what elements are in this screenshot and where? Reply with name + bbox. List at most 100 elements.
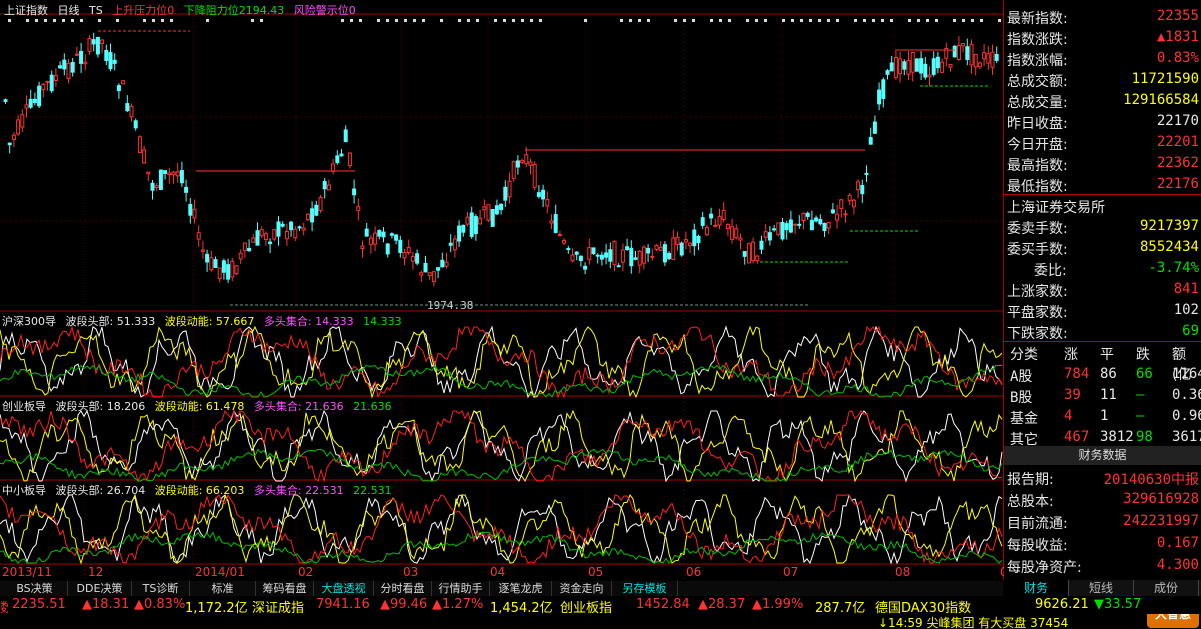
finance-label: 目前流通:	[1007, 516, 1068, 532]
sz-amount: 1,454.2亿	[490, 601, 553, 614]
bottom-tab[interactable]: 筹码看盘	[256, 581, 314, 596]
news-text[interactable]: ↓14:59 尖峰集团 有大买盘 37454	[878, 614, 1068, 629]
signal-dot	[422, 19, 425, 22]
candle-body	[973, 53, 978, 68]
signal-dot	[80, 19, 83, 22]
signal-dot	[26, 19, 29, 22]
candle-body	[730, 226, 735, 240]
sz-name[interactable]: 深证成指	[252, 597, 304, 614]
finance-label: 总股本:	[1007, 494, 1054, 510]
candle-body	[793, 223, 798, 226]
candle-body	[557, 234, 562, 237]
candle-body	[986, 53, 991, 64]
bottom-tab[interactable]: 大盘透视	[314, 581, 374, 596]
signal-dot	[494, 19, 497, 22]
candle-body	[158, 169, 163, 190]
finance-value: 0.167	[1156, 535, 1199, 551]
bottom-tab[interactable]: 资金走向	[552, 581, 612, 596]
panel-tab[interactable]: 财务	[1004, 580, 1069, 596]
candle-body	[406, 246, 411, 254]
quote-label: 最高指数:	[1007, 158, 1068, 174]
bottom-tab[interactable]: 逐笔龙虎	[490, 581, 552, 596]
exchange-label: 委卖手数:	[1007, 221, 1068, 237]
candle-body	[692, 229, 697, 247]
candle-body	[751, 241, 756, 262]
candle-body	[377, 230, 382, 237]
candle-body	[503, 186, 508, 201]
candle-body	[856, 181, 861, 191]
candle-body	[948, 64, 953, 68]
indicator-extra: 14.333	[363, 315, 402, 328]
candle-body	[767, 232, 772, 241]
exchange-value: 8552434	[1139, 239, 1199, 255]
candle-body	[977, 62, 982, 68]
candle-body	[230, 260, 235, 278]
signal-dot	[161, 19, 164, 22]
candle-body	[347, 152, 352, 167]
quote-label: 最低指数:	[1007, 179, 1068, 195]
candle-body	[255, 230, 260, 246]
bottom-tab[interactable]: 分时看盘	[374, 581, 432, 596]
quote-label: 今日开盘:	[1007, 137, 1068, 153]
cy-name[interactable]: 创业板指	[560, 597, 612, 614]
bottom-tab[interactable]: BS决策	[2, 581, 68, 596]
candle-body	[612, 240, 617, 266]
signal-dot	[521, 19, 524, 22]
candle-body	[608, 249, 613, 262]
candle-body	[776, 222, 781, 235]
candle-body	[74, 53, 79, 56]
dax-name[interactable]: 德国DAX30指数	[875, 597, 971, 614]
x-axis-label: 12	[88, 565, 104, 579]
candle-body	[633, 257, 638, 260]
candle-body	[507, 180, 512, 198]
finance-title[interactable]: 财务数据	[1004, 446, 1201, 465]
panel-tab[interactable]: 成份	[1134, 580, 1199, 596]
signal-dot	[998, 19, 1001, 22]
candle-body	[675, 236, 680, 246]
up-pressure-label: 上升压力位0	[112, 4, 175, 17]
bottom-tab[interactable]: TS诊断	[132, 581, 190, 596]
bottom-tab[interactable]: 标准	[190, 581, 256, 596]
quote-value: 11721590	[1131, 71, 1199, 87]
candle-body	[192, 208, 197, 219]
candle-body	[562, 240, 567, 244]
sz-pct: ▲1.27%	[432, 597, 484, 612]
candle-body	[935, 56, 940, 69]
bottom-tab[interactable]: 行情助手	[432, 581, 490, 596]
stats-cell: 784	[1064, 366, 1090, 382]
main-chart-area[interactable]: 上证指数 日线 TS 上升压力位0 下降阻力位2194.43 风险警示位0 沪深…	[0, 0, 1004, 580]
candle-body	[150, 182, 155, 191]
candle-body	[184, 186, 189, 193]
quote-label: 总成交量:	[1007, 95, 1068, 111]
stats-cell: 0.369	[1172, 387, 1201, 403]
sz-change: ▲99.46	[380, 597, 428, 612]
x-axis-label: 2014/01	[195, 565, 245, 579]
candle-body	[45, 80, 50, 83]
stats-cell: 基金	[1010, 411, 1038, 427]
quote-row: 最低指数: 22176	[1004, 174, 1201, 195]
signal-dot	[35, 19, 38, 22]
exchange-label: 委买手数:	[1007, 242, 1068, 258]
bottom-tab[interactable]: 另存模板	[612, 581, 678, 596]
quote-value: 22355	[1156, 8, 1199, 24]
finance-row: 总股本: 329616928	[1004, 489, 1201, 510]
candle-body	[242, 242, 247, 251]
candle-body	[872, 121, 877, 134]
candle-body	[902, 61, 907, 70]
candle-body	[196, 232, 201, 240]
candle-body	[360, 245, 365, 249]
candle-body	[284, 231, 289, 240]
candle-body	[591, 247, 596, 255]
stats-cell: 11	[1100, 387, 1117, 403]
candle-body	[310, 208, 315, 223]
signal-dot	[836, 19, 839, 22]
candle-body	[62, 59, 67, 70]
panel-tab[interactable]: 短线	[1069, 580, 1134, 596]
period-label[interactable]: 日线	[58, 4, 80, 17]
candle-body	[696, 235, 701, 244]
signal-dot	[818, 19, 821, 22]
candle-body	[20, 114, 25, 128]
bottom-tab[interactable]: DDE决策	[68, 581, 132, 596]
candle-body	[662, 244, 667, 263]
exchange-name-row: 上海证券交易所	[1004, 195, 1201, 216]
